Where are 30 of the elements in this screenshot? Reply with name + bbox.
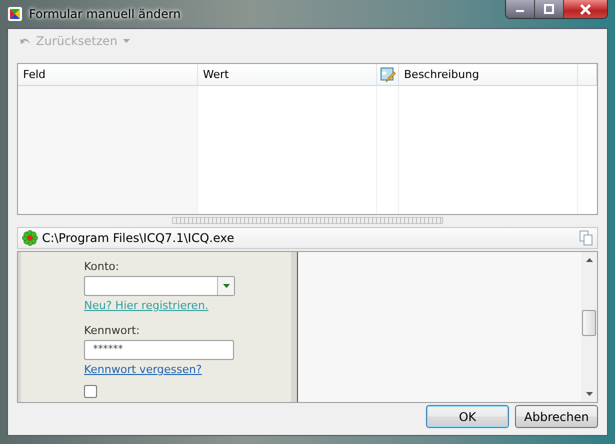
file-path: C:\Program Files\ICQ7.1\ICQ.exe bbox=[42, 231, 234, 245]
scroll-up-icon[interactable] bbox=[586, 258, 592, 262]
maximize-icon bbox=[544, 4, 554, 14]
column-header[interactable]: Feld bbox=[18, 64, 198, 85]
close-button[interactable] bbox=[564, 0, 607, 18]
scroll-down-icon[interactable] bbox=[586, 392, 592, 396]
edit-note-icon bbox=[380, 66, 396, 82]
caret-icon bbox=[122, 39, 130, 43]
dialog-button[interactable]: Abbrechen bbox=[515, 405, 598, 428]
account-label: Konto: bbox=[84, 260, 120, 273]
flower-icon bbox=[22, 230, 38, 246]
copy-icon[interactable] bbox=[579, 230, 593, 246]
scrollbar-thumb[interactable] bbox=[582, 310, 596, 336]
caret-icon bbox=[222, 284, 230, 288]
column-header[interactable]: Beschreibung bbox=[399, 64, 578, 85]
column-header[interactable]: Wert bbox=[198, 64, 377, 85]
password-label: Kennwort: bbox=[84, 324, 140, 337]
window-title: Formular manuell ändern bbox=[29, 7, 181, 21]
splitter-handle[interactable] bbox=[172, 217, 443, 224]
account-dropdown[interactable] bbox=[84, 276, 235, 296]
checkbox[interactable] bbox=[84, 385, 97, 398]
dialog-button[interactable]: OK bbox=[426, 405, 509, 428]
app-icon bbox=[7, 6, 23, 22]
scrollbar[interactable] bbox=[581, 252, 597, 402]
maximize-button[interactable] bbox=[535, 0, 564, 18]
minimize-button[interactable] bbox=[506, 0, 535, 18]
forgot-password-link[interactable]: Kennwort vergessen? bbox=[84, 363, 202, 376]
close-icon bbox=[580, 4, 591, 14]
undo-icon bbox=[19, 36, 31, 46]
password-field[interactable]: ****** bbox=[84, 340, 234, 360]
